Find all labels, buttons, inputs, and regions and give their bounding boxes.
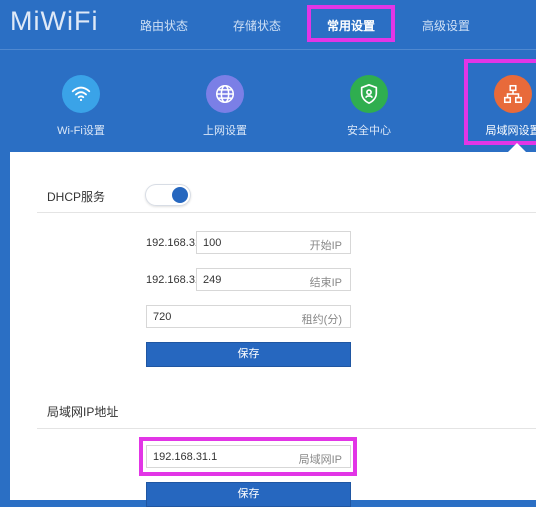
header-divider xyxy=(0,49,536,50)
feature-label: 安全中心 xyxy=(347,125,391,137)
nav-router-status[interactable]: 路由状态 xyxy=(140,17,188,34)
end-ip-value: 249 xyxy=(203,274,222,286)
logo: MiWiFi xyxy=(10,6,99,36)
lan-save-button[interactable]: 保存 xyxy=(146,482,351,507)
dhcp-toggle[interactable] xyxy=(145,184,191,206)
feature-wifi-settings[interactable]: Wi-Fi设置 xyxy=(36,75,126,138)
toggle-knob xyxy=(172,187,188,203)
feature-highlight-box xyxy=(464,59,536,145)
nav-highlight-box xyxy=(307,5,395,42)
shield-icon xyxy=(350,75,388,113)
dhcp-title: DHCP服务 xyxy=(47,190,106,204)
feature-label: 上网设置 xyxy=(203,125,247,137)
active-pointer xyxy=(508,143,526,152)
dhcp-save-button[interactable]: 保存 xyxy=(146,342,351,367)
dhcp-divider xyxy=(37,212,536,213)
lease-label: 租约(分) xyxy=(301,314,342,326)
start-ip-label: 开始IP xyxy=(309,240,342,252)
feature-label: Wi-Fi设置 xyxy=(57,125,105,137)
header-bar: MiWiFi 路由状态 存储状态 常用设置 高级设置 Wi-Fi设置 上网设置 xyxy=(0,0,536,152)
end-ip-label: 结束IP xyxy=(309,277,342,289)
start-ip-input[interactable]: 100 开始IP xyxy=(196,231,351,254)
lease-input[interactable]: 720 租约(分) xyxy=(146,305,351,328)
lan-ip-highlight-box xyxy=(139,437,357,476)
end-ip-input[interactable]: 249 结束IP xyxy=(196,268,351,291)
globe-icon xyxy=(206,75,244,113)
nav-storage-status[interactable]: 存储状态 xyxy=(233,17,281,34)
feature-security-center[interactable]: 安全中心 xyxy=(324,75,414,138)
feature-internet-settings[interactable]: 上网设置 xyxy=(180,75,270,138)
start-ip-prefix: 192.168.31 xyxy=(146,237,202,249)
end-ip-prefix: 192.168.31 xyxy=(146,274,202,286)
lan-divider xyxy=(37,428,536,429)
nav-advanced-settings[interactable]: 高级设置 xyxy=(422,17,470,34)
lease-value: 720 xyxy=(153,311,172,323)
start-ip-value: 100 xyxy=(203,237,222,249)
wifi-icon xyxy=(62,75,100,113)
lan-ip-title: 局域网IP地址 xyxy=(47,405,119,419)
